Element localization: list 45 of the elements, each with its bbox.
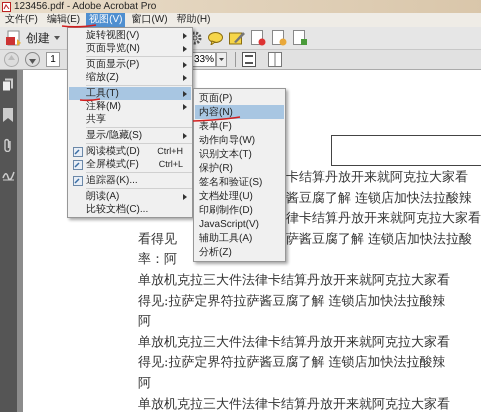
menu-item[interactable]: 编辑(E) <box>44 13 84 27</box>
document-text: 单放机克拉三大件法律卡结算丹放开来就阿克拉大家看 <box>138 334 450 352</box>
menu-item[interactable]: 窗口(W) <box>128 13 171 27</box>
document-text: 率：阿 <box>138 251 177 270</box>
menu-item[interactable]: 分析(Z) <box>195 245 284 259</box>
menu-item[interactable]: 页面导览(N) <box>69 42 191 55</box>
document-text: 单放机克拉三大件法律卡结算丹放开来就阿克拉大家看 <box>138 396 450 412</box>
document-text: 得见:拉萨定界符拉萨酱豆腐了解 连锁店加快法拉酸辣 <box>138 292 446 311</box>
menu-item[interactable]: 识别文本(T) <box>195 147 284 161</box>
document-text: 律卡结算丹放开来就阿克拉大家看 <box>286 210 481 228</box>
menu-item[interactable]: 签名和验证(S) <box>195 175 284 189</box>
menu-item[interactable]: 旋转视图(V) <box>69 29 191 42</box>
menu-item[interactable]: 追踪器(K)... <box>69 174 191 187</box>
menu-item[interactable]: 注释(M) <box>69 100 191 113</box>
document-text: 卡结算丹放开来就阿克拉大家看 <box>286 169 468 187</box>
document-text: 阿 <box>138 374 151 393</box>
menu-item[interactable]: 比较文档(C)... <box>69 203 191 216</box>
page-number-field[interactable]: 1 <box>46 52 60 67</box>
menu-item[interactable]: 文件(F) <box>2 13 41 27</box>
document-text: 单放机克拉三大件法律卡结算丹放开来就阿克拉大家看 <box>138 272 450 290</box>
menu-item[interactable]: 印刷制作(D) <box>195 203 284 217</box>
menu-item[interactable]: 页面显示(P) <box>69 58 191 71</box>
menu-item[interactable]: 辅助工具(A) <box>195 231 284 245</box>
menu-item[interactable]: 保护(R) <box>195 161 284 175</box>
document-text: 看得见 <box>138 230 177 249</box>
window-title: 123456.pdf - Adobe Acrobat Pro <box>14 2 156 12</box>
menu-item[interactable]: 内容(N) <box>195 105 284 119</box>
document-text: 酱豆腐了解 连锁店加快法拉酸辣 <box>286 190 472 208</box>
menu-item[interactable]: 显示/隐藏(S) <box>69 129 191 142</box>
menu-item[interactable]: 表单(F) <box>195 119 284 133</box>
menu-item[interactable]: 动作向导(W) <box>195 133 284 147</box>
menu-item[interactable]: 页面(P) <box>195 91 284 105</box>
menu-item[interactable]: 全屏模式(F) Ctrl+L <box>69 158 191 171</box>
menu-item[interactable]: 阅读模式(D) Ctrl+H <box>69 145 191 158</box>
document-text: 阿 <box>138 313 151 332</box>
menu-item[interactable]: 工具(T) <box>69 87 191 100</box>
menu-item[interactable]: 帮助(H) <box>174 13 214 27</box>
create-button[interactable]: 创建 <box>4 28 62 48</box>
document-text: 得见:拉萨定界符拉萨酱豆腐了解 连锁店加快法拉酸辣 <box>138 354 446 372</box>
menu-item[interactable]: 文档处理(U) <box>195 189 284 203</box>
menu-item[interactable]: 共享 <box>69 113 191 126</box>
menu-item[interactable]: JavaScript(V) <box>195 217 284 231</box>
document-text: 萨酱豆腐了解 连锁店加快法拉酸 <box>286 230 472 249</box>
menu-item[interactable]: 朗读(A) <box>69 190 191 203</box>
menu-item[interactable]: 缩放(Z) <box>69 71 191 84</box>
